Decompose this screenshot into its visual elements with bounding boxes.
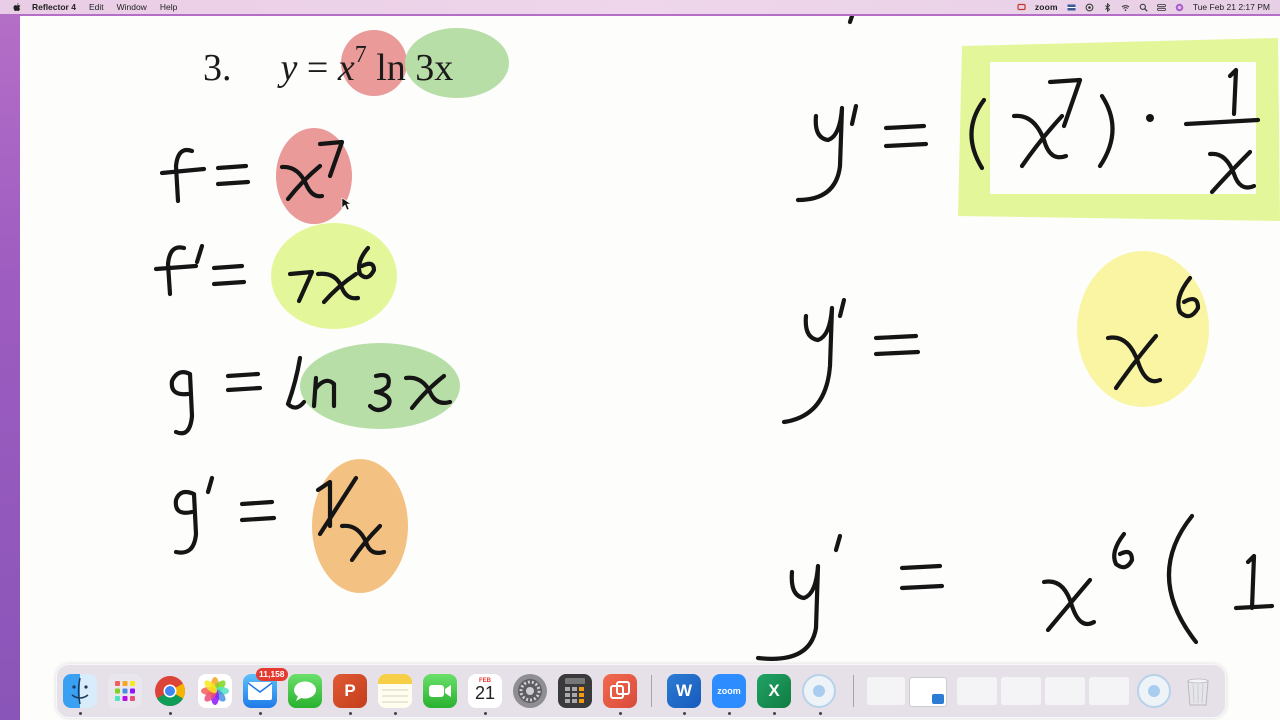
wifi-icon[interactable] (1121, 3, 1130, 12)
dock-notes[interactable] (378, 674, 412, 708)
settings-icon (518, 679, 542, 703)
zoom-icon: zoom (717, 686, 741, 696)
dock-reflector[interactable] (603, 674, 637, 708)
dock: 11,158 P FEB 21 W zoom X (56, 664, 1226, 718)
dock-messages[interactable] (288, 674, 322, 708)
menu-app-name[interactable]: Reflector 4 (32, 2, 76, 12)
dock-excel[interactable]: X (757, 674, 791, 708)
dock-separator (651, 675, 652, 707)
mail-badge: 11,158 (256, 668, 288, 681)
dock-zoom[interactable]: zoom (712, 674, 746, 708)
recent-doc-thumbnail-4[interactable] (1001, 677, 1041, 705)
dock-word[interactable]: W (667, 674, 701, 708)
menu-help[interactable]: Help (160, 2, 177, 12)
ink-fprime-equals-7x6 (153, 243, 377, 305)
dock-system-preferences[interactable] (513, 674, 547, 708)
menu-window[interactable]: Window (117, 2, 147, 12)
dock-chrome[interactable] (153, 674, 187, 708)
reflector-icon (610, 681, 630, 699)
zoom-status-label[interactable]: zoom (1035, 2, 1058, 12)
launchpad-icon (115, 681, 135, 701)
siri-icon[interactable] (1175, 3, 1184, 12)
notes-icon (378, 674, 412, 703)
dock-screen-recorder[interactable] (802, 674, 836, 708)
calendar-icon: 21 (474, 683, 496, 703)
dock-calculator[interactable] (558, 674, 592, 708)
apple-icon[interactable] (12, 2, 22, 12)
ink-layer (153, 16, 1275, 661)
ink-yprime-eq-x6 (781, 275, 1201, 425)
calculator-icon (565, 678, 585, 703)
recent-doc-thumbnail-2[interactable] (909, 677, 947, 707)
menu-clock[interactable]: Tue Feb 21 2:17 PM (1193, 2, 1270, 12)
excel-icon: X (768, 681, 780, 700)
chrome-icon (155, 676, 186, 707)
ink-g-equals-ln3x (169, 355, 453, 436)
recent-doc-thumbnail-5[interactable] (1045, 677, 1085, 705)
trash-icon (1187, 678, 1209, 706)
record-icon-2 (1148, 685, 1160, 697)
search-icon[interactable] (1139, 3, 1148, 12)
bluetooth-icon[interactable] (1103, 2, 1112, 12)
ink-gprime-equals-1-over-x (173, 475, 387, 563)
facetime-icon (429, 685, 451, 697)
word-icon: W (675, 681, 693, 700)
mail-icon (247, 682, 273, 700)
dock-finder[interactable] (63, 674, 97, 708)
whiteboard-canvas[interactable]: 3. y = x7 ln 3x (20, 16, 1280, 720)
dock-photos[interactable] (198, 674, 232, 708)
dock-trash[interactable] (1181, 674, 1215, 708)
ink-yprime-eq-x6-paren-1 (755, 513, 1275, 661)
ink-stray-mark (847, 16, 855, 25)
ink-yprime-eq-x7-times-1overx (795, 67, 1261, 203)
record-icon (813, 685, 825, 697)
recent-doc-thumbnail-3[interactable] (957, 677, 997, 705)
messages-icon (294, 681, 316, 701)
recent-doc-thumbnail-1[interactable] (867, 677, 905, 705)
mouse-cursor (341, 197, 352, 211)
finder-icon (71, 677, 89, 705)
airdrop-icon[interactable] (1085, 3, 1094, 12)
dock-launchpad[interactable] (108, 674, 142, 708)
control-center-icon[interactable] (1156, 3, 1166, 12)
photos-icon (201, 677, 229, 705)
recent-doc-thumbnail-6[interactable] (1089, 677, 1129, 705)
ink-f-equals-x7 (159, 139, 345, 204)
dock-minimized-recorder[interactable] (1137, 674, 1171, 708)
menu-bar: Reflector 4 Edit Window Help zoom Tue Fe… (0, 0, 1280, 14)
ink-multiply-dot (1146, 114, 1154, 122)
powerpoint-icon: P (344, 681, 356, 700)
dock-facetime[interactable] (423, 674, 457, 708)
flag-icon[interactable] (1067, 3, 1076, 12)
screen-share-icon[interactable] (1017, 3, 1026, 12)
menu-edit[interactable]: Edit (89, 2, 104, 12)
dock-powerpoint[interactable]: P (333, 674, 367, 708)
dock-separator-2 (853, 675, 854, 707)
dock-calendar[interactable]: FEB 21 (468, 674, 502, 708)
